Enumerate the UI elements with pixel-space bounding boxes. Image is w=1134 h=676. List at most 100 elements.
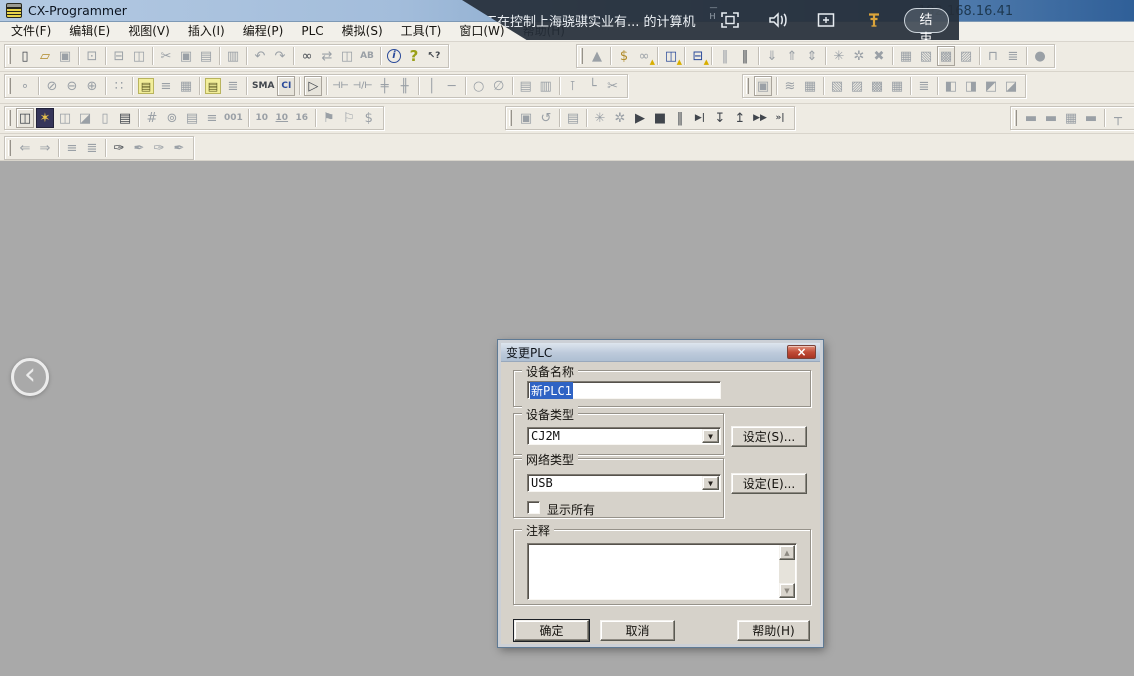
instruction-box-icon[interactable]: ▤ <box>517 76 535 96</box>
toolbar-grip[interactable] <box>8 78 11 94</box>
network-type-select[interactable]: USB ▼ <box>527 474 721 492</box>
comment-textarea[interactable]: ▲ ▼ <box>527 543 797 600</box>
transfer-from-plc-icon[interactable]: ⇑ <box>783 46 801 66</box>
menu-item-tools[interactable]: 工具(T) <box>392 22 451 41</box>
connect-line-icon[interactable]: └ <box>584 76 602 96</box>
print-preview-icon[interactable]: ◫ <box>130 46 148 66</box>
selection-tool-icon[interactable]: ▷ <box>304 76 322 96</box>
indent-left-icon[interactable]: ⇐ <box>16 138 34 158</box>
grid-icon[interactable]: ∷ <box>110 76 128 96</box>
find-icon[interactable]: ∞ <box>298 46 316 66</box>
sim-run-fast-icon[interactable]: ▶▶ <box>751 108 769 128</box>
sim-scan-once-icon[interactable]: ✲ <box>611 108 629 128</box>
monitor-mode-icon[interactable]: ⊟ <box>689 46 707 66</box>
replace-icon[interactable]: ⇄ <box>318 46 336 66</box>
plc-settings-icon[interactable]: ▧ <box>917 46 935 66</box>
summary-icon[interactable]: ≡ <box>203 108 221 128</box>
chevron-down-icon[interactable]: ▼ <box>702 429 719 443</box>
view-tree-icon[interactable]: ≣ <box>224 76 242 96</box>
contact-or-closed-icon[interactable]: ╫ <box>396 76 414 96</box>
zoom-x-icon[interactable]: ⊘ <box>43 76 61 96</box>
paste-rung-icon[interactable]: ▥ <box>224 46 242 66</box>
pause-icon[interactable]: ‖ <box>736 46 754 66</box>
project-workspace-icon[interactable]: ◫ <box>16 108 34 128</box>
force-release-icon[interactable]: $ <box>360 108 378 128</box>
differential-monitor-icon[interactable]: ⊓ <box>984 46 1002 66</box>
back-button[interactable]: ‹ <box>11 358 49 396</box>
pen-1-icon[interactable]: ✑ <box>110 138 128 158</box>
work-online-icon[interactable]: ◫ <box>662 46 680 66</box>
output-window-icon[interactable]: ✶ <box>36 108 54 128</box>
signed-decimal-monitor-icon[interactable]: 10 <box>273 108 291 128</box>
chevron-down-icon[interactable]: ▼ <box>702 476 719 490</box>
window-left-icon[interactable]: ◧ <box>942 76 960 96</box>
open-project-icon[interactable]: ▱ <box>36 46 54 66</box>
memory-card-icon[interactable]: ▩ <box>937 46 955 66</box>
hex-monitor-icon[interactable]: 16 <box>293 108 311 128</box>
toolbar-grip[interactable] <box>509 110 512 126</box>
menu-item-simulation[interactable]: 模拟(S) <box>333 22 392 41</box>
local-symbols-icon[interactable]: ▯ <box>96 108 114 128</box>
change-all-icon[interactable]: AB <box>358 46 376 66</box>
toolbar-grip[interactable] <box>1014 110 1017 126</box>
pou-view-icon[interactable]: ▣ <box>754 76 772 96</box>
restore-view-icon[interactable]: ↺ <box>537 108 555 128</box>
scroll-down-icon[interactable]: ▼ <box>779 583 795 598</box>
help-topics-icon[interactable]: ? <box>405 46 423 66</box>
transfer-to-plc-icon[interactable]: ⇓ <box>763 46 781 66</box>
online-search-icon[interactable]: ∞ <box>635 46 653 66</box>
io-link-1-icon[interactable]: ┬ <box>1109 108 1127 128</box>
address-tools-icon[interactable]: ⊚ <box>163 108 181 128</box>
monitor-window-icon[interactable]: ▤ <box>183 108 201 128</box>
io-table-icon[interactable]: ▦ <box>897 46 915 66</box>
end-session-button[interactable]: 结束 <box>904 8 949 33</box>
view-ladder-icon[interactable]: ▤ <box>205 78 221 94</box>
cycle-time-icon[interactable]: ● <box>1031 46 1049 66</box>
network-view-4-icon[interactable]: ▬ <box>1082 108 1100 128</box>
menu-item-file[interactable]: 文件(F) <box>2 22 60 41</box>
stack-layers-icon[interactable]: ≋ <box>781 76 799 96</box>
indent-right-icon[interactable]: ⇒ <box>36 138 54 158</box>
pen-3-icon[interactable]: ✑ <box>150 138 168 158</box>
print-icon[interactable]: ⊟ <box>110 46 128 66</box>
pen-4-icon[interactable]: ✒ <box>170 138 188 158</box>
window-top-icon[interactable]: ◩ <box>982 76 1000 96</box>
instruction-box-2-icon[interactable]: ▥ <box>537 76 555 96</box>
line-horizontal-icon[interactable]: ─ <box>443 76 461 96</box>
paste-icon[interactable]: ▤ <box>197 46 215 66</box>
backup-monitor-icon[interactable]: ▣ <box>517 108 535 128</box>
save-project-icon[interactable]: ▣ <box>56 46 74 66</box>
io-link-2-icon[interactable]: ╤ <box>1129 108 1134 128</box>
grid-calendar-icon[interactable]: ▦ <box>801 76 819 96</box>
force-on-icon[interactable]: ⚑ <box>320 108 338 128</box>
sim-step-out-icon[interactable]: ↥ <box>731 108 749 128</box>
ok-button[interactable]: 确定 <box>514 620 589 641</box>
view-symbols-icon[interactable]: ≡ <box>157 76 175 96</box>
coil-open-icon[interactable]: ○ <box>470 76 488 96</box>
sim-scan-icon[interactable]: ✳ <box>591 108 609 128</box>
sim-run-icon[interactable]: ▶ <box>631 108 649 128</box>
time-chart-icon[interactable]: ≣ <box>1004 46 1022 66</box>
binary-view-icon[interactable]: 001 <box>223 108 244 128</box>
toolbar-grip[interactable] <box>580 48 583 64</box>
network-view-3-icon[interactable]: ▦ <box>1062 108 1080 128</box>
device-type-settings-button[interactable]: 设定(S)... <box>731 426 807 447</box>
menu-item-edit[interactable]: 编辑(E) <box>60 22 119 41</box>
zoom-out-icon[interactable]: ⊖ <box>63 76 81 96</box>
program-check-icon[interactable]: ⊡ <box>83 46 101 66</box>
contact-open-icon[interactable]: ⊣⊢ <box>331 76 349 96</box>
edit-delete-icon[interactable]: ▨ <box>848 76 866 96</box>
show-rung-comments-icon[interactable]: CI <box>277 76 295 96</box>
simulator-online-icon[interactable]: ▲ <box>588 46 606 66</box>
menu-item-program[interactable]: 编程(P) <box>234 22 293 41</box>
contact-closed-icon[interactable]: ⊣/⊢ <box>352 76 374 96</box>
toolbar-grip[interactable] <box>746 78 749 94</box>
rung-wrap-icon[interactable]: ≣ <box>83 138 101 158</box>
context-help-icon[interactable]: ↖? <box>425 46 443 66</box>
force-cancel-icon[interactable]: ✖ <box>870 46 888 66</box>
auto-online-icon[interactable]: $ <box>615 46 633 66</box>
find-in-project-icon[interactable]: ◫ <box>338 46 356 66</box>
view-mnemonics-icon[interactable]: ▤ <box>138 78 154 94</box>
window-switch-icon[interactable]: ▤ <box>564 108 582 128</box>
cancel-button[interactable]: 取消 <box>600 620 675 641</box>
